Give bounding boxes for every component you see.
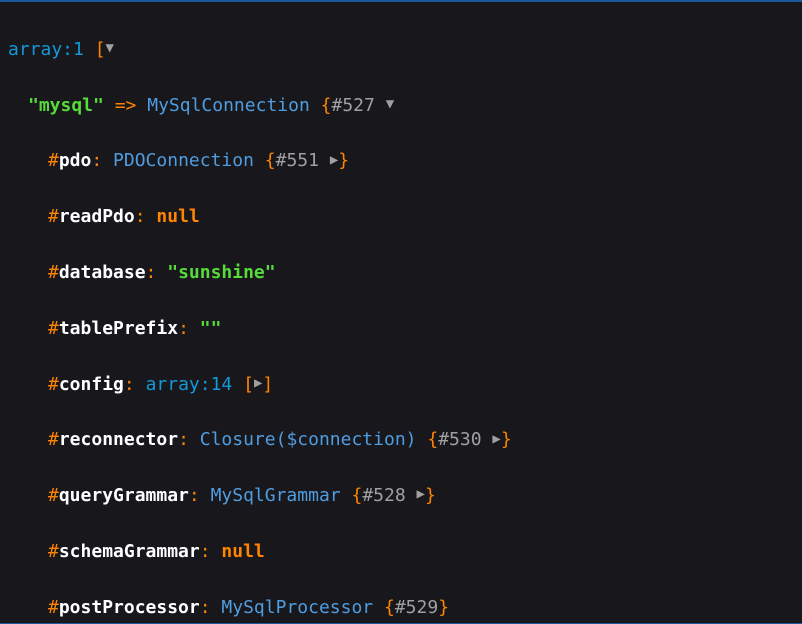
prop-pdo: #pdo: PDOConnection {#551 ▶}: [8, 147, 794, 175]
prop-name: readPdo: [59, 206, 135, 227]
arrow-op: =>: [115, 95, 137, 116]
prop-tablePrefix: #tablePrefix: "": [8, 315, 794, 343]
var-dump-panel: array:1 [▼ "mysql" => MySqlConnection {#…: [0, 0, 802, 624]
toggle-queryGrammar[interactable]: ▶: [417, 484, 425, 506]
prop-database: #database: "sunshine": [8, 259, 794, 287]
entry-line: "mysql" => MySqlConnection {#527 ▼: [8, 92, 794, 120]
prop-readPdo: #readPdo: null: [8, 203, 794, 231]
prop-value: null: [221, 541, 264, 562]
prop-name: tablePrefix: [59, 318, 178, 339]
bracket-open: [: [95, 39, 106, 60]
toggle-reconnector[interactable]: ▶: [492, 429, 500, 451]
brace-open: {: [321, 95, 332, 116]
toggle-pdo[interactable]: ▶: [330, 150, 338, 172]
toggle-entry[interactable]: ▼: [386, 94, 394, 116]
prop-name: config: [59, 374, 124, 395]
prop-ref: #530: [438, 429, 481, 450]
prop-string: "": [200, 318, 222, 339]
toggle-config[interactable]: ▶: [254, 373, 262, 395]
entry-class: MySqlConnection: [147, 95, 310, 116]
prop-ref: #529: [395, 597, 438, 618]
prop-name: database: [59, 262, 146, 283]
array-root-line: array:1 [▼: [8, 36, 794, 64]
prop-queryGrammar: #queryGrammar: MySqlGrammar {#528 ▶}: [8, 482, 794, 510]
prop-class: MySqlProcessor: [221, 597, 373, 618]
array-type: array:1: [8, 39, 84, 60]
prop-ref: #528: [362, 485, 405, 506]
prop-class: PDOConnection: [113, 150, 254, 171]
hash-icon: #: [48, 150, 59, 171]
prop-name: queryGrammar: [59, 485, 189, 506]
prop-name: pdo: [59, 150, 92, 171]
entry-ref: #527: [331, 95, 374, 116]
prop-name: reconnector: [59, 429, 178, 450]
prop-class: MySqlGrammar: [211, 485, 341, 506]
prop-postProcessor: #postProcessor: MySqlProcessor {#529}: [8, 594, 794, 622]
prop-class: Closure($connection): [200, 429, 417, 450]
prop-config: #config: array:14 [▶]: [8, 371, 794, 399]
prop-name: postProcessor: [59, 597, 200, 618]
array-type: array:14: [146, 374, 233, 395]
entry-key: "mysql": [28, 95, 104, 116]
prop-schemaGrammar: #schemaGrammar: null: [8, 538, 794, 566]
prop-ref: #551: [276, 150, 319, 171]
prop-value: null: [156, 206, 199, 227]
prop-reconnector: #reconnector: Closure($connection) {#530…: [8, 426, 794, 454]
toggle-root[interactable]: ▼: [106, 38, 114, 60]
prop-name: schemaGrammar: [59, 541, 200, 562]
prop-string: "sunshine": [167, 262, 275, 283]
